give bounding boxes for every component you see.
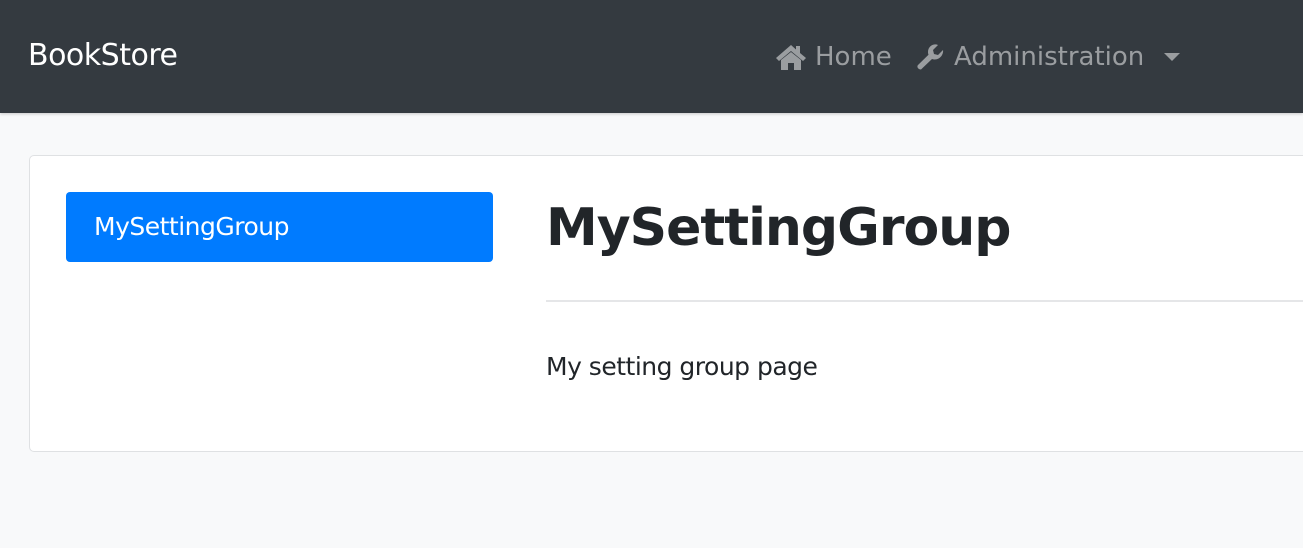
nav-administration[interactable]: Administration: [916, 42, 1181, 72]
home-icon: [776, 45, 806, 70]
page-title: MySettingGroup: [546, 198, 1011, 258]
divider: [546, 300, 1303, 302]
page-text: My setting group page: [546, 352, 818, 381]
caret-down-icon: [1164, 53, 1181, 61]
wrench-icon: [917, 44, 944, 70]
nav-home[interactable]: Home: [775, 42, 892, 72]
settings-card: MySettingGroup MySettingGroup My setting…: [29, 155, 1303, 452]
navbar: BookStore Home Administration: [0, 0, 1303, 113]
brand-link[interactable]: BookStore: [28, 38, 178, 73]
nav-home-label: Home: [815, 42, 892, 72]
nav-administration-label: Administration: [954, 42, 1145, 72]
sidebar-item-mysettinggroup[interactable]: MySettingGroup: [66, 192, 493, 262]
